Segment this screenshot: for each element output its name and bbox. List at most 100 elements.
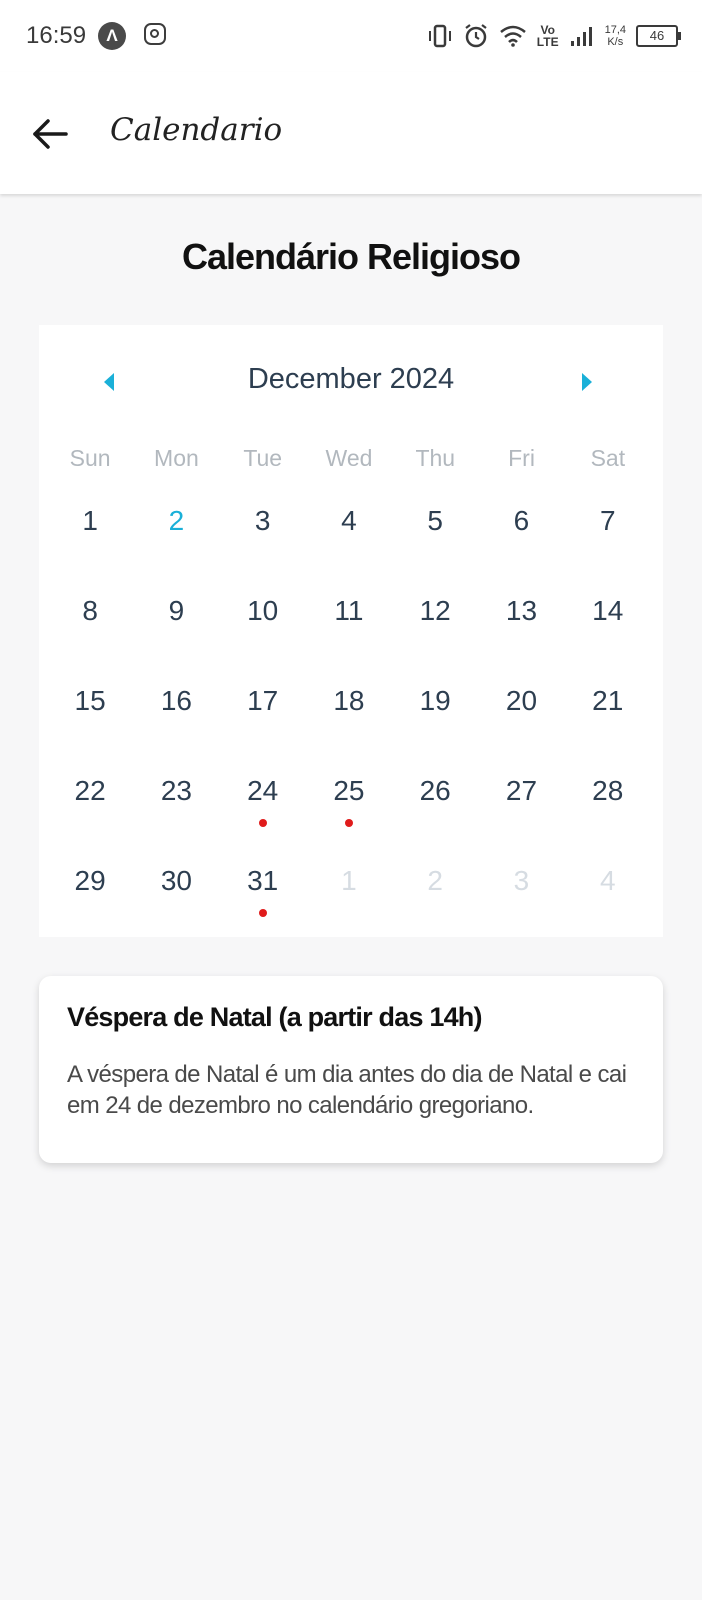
day-cell[interactable]: 23 [133, 755, 219, 845]
day-number: 15 [74, 685, 106, 716]
day-number: 28 [592, 775, 624, 806]
day-number: 3 [254, 505, 271, 536]
status-icons: Vo LTE 17,4 K/s 46 [427, 18, 681, 54]
weekday-label: Fri [508, 445, 535, 471]
day-number: 1 [341, 865, 357, 896]
day-number: 16 [160, 685, 192, 716]
weekday-label: Tue [243, 445, 283, 471]
day-number: 24 [247, 775, 279, 806]
alarm-icon [465, 24, 487, 48]
signal-icon [570, 27, 592, 46]
weekday-label: Sun [69, 445, 111, 471]
day-cell[interactable]: 4 [306, 485, 392, 575]
weekday-label: Sat [590, 445, 626, 471]
back-button[interactable] [28, 110, 76, 158]
day-cell[interactable]: 2 [392, 845, 478, 935]
day-cell[interactable]: 25 [306, 755, 392, 845]
weekday-label: Mon [154, 445, 199, 471]
event-dot [258, 819, 267, 827]
day-grid: 1 2 3 4 5 6 7 8 9 10 11 12 13 14 15 16 17 18 19 20 21 22 23 24 2… [47, 485, 651, 935]
instagram-notification-icon [144, 23, 166, 45]
volte-indicator: Vo LTE [537, 24, 559, 48]
weekday-label: Thu [415, 445, 456, 471]
day-number: 1 [82, 505, 98, 536]
day-number: 9 [168, 595, 185, 626]
day-number: 23 [160, 775, 192, 806]
day-cell[interactable]: 29 [47, 845, 133, 935]
day-cell[interactable]: 11 [306, 575, 392, 665]
day-number: 17 [247, 685, 279, 716]
app-bar: Calendario [0, 72, 702, 194]
day-cell[interactable]: 20 [478, 665, 564, 755]
day-cell[interactable]: 30 [133, 845, 219, 935]
day-cell[interactable]: 15 [47, 665, 133, 755]
event-card[interactable]: Véspera de Natal (a partir das 14h) A vé… [39, 976, 663, 1163]
day-cell[interactable]: 3 [220, 485, 306, 575]
day-number: 4 [341, 505, 357, 536]
day-number: 4 [599, 865, 616, 896]
day-number: 13 [505, 595, 538, 626]
day-cell[interactable]: 12 [392, 575, 478, 665]
day-number: 2 [168, 505, 185, 536]
page-title: Calendário Religioso [181, 236, 521, 277]
day-number: 21 [592, 685, 624, 716]
day-cell[interactable]: 13 [478, 575, 564, 665]
day-cell[interactable]: 24 [220, 755, 306, 845]
calendar: December 2024 Sun Mon Tue Wed Thu Fri Sat 1234… [39, 325, 663, 937]
day-number: 6 [513, 505, 530, 536]
day-cell[interactable]: 7 [565, 485, 651, 575]
day-cell[interactable]: 4 [565, 845, 651, 935]
next-month-button[interactable] [571, 367, 601, 397]
day-cell[interactable]: 27 [478, 755, 564, 845]
day-cell[interactable]: 1 [47, 485, 133, 575]
day-cell[interactable]: 1 [306, 845, 392, 935]
day-cell[interactable]: 10 [220, 575, 306, 665]
day-cell[interactable]: 18 [306, 665, 392, 755]
day-number: 18 [333, 685, 365, 716]
day-cell[interactable]: 6 [478, 485, 564, 575]
day-number: 25 [333, 775, 365, 806]
day-number: 14 [592, 595, 624, 626]
wifi-icon [499, 25, 526, 47]
day-number: 7 [599, 505, 616, 536]
day-cell[interactable]: 14 [565, 575, 651, 665]
day-cell[interactable]: 31 [220, 845, 306, 935]
day-cell[interactable]: 16 [133, 665, 219, 755]
day-number: 26 [419, 775, 451, 806]
day-number: 31 [247, 865, 279, 896]
day-cell[interactable]: 5 [392, 485, 478, 575]
day-cell[interactable]: 28 [565, 755, 651, 845]
day-number: 29 [74, 865, 106, 896]
day-number: 2 [427, 865, 443, 896]
event-title: Véspera de Natal (a partir das 14h) [67, 1002, 482, 1032]
day-cell[interactable]: 2 [133, 485, 219, 575]
day-number: 5 [427, 505, 443, 536]
day-cell[interactable]: 17 [220, 665, 306, 755]
day-cell[interactable]: 21 [565, 665, 651, 755]
network-speed-value: 17,4 [604, 24, 626, 36]
day-number: 30 [160, 865, 192, 896]
network-speed-unit: K/s [607, 36, 624, 48]
day-number: 3 [513, 865, 530, 896]
caret-right-icon [582, 373, 592, 391]
day-cell[interactable]: 19 [392, 665, 478, 755]
day-number: 22 [74, 775, 106, 806]
day-cell[interactable]: 26 [392, 755, 478, 845]
app-notification-icon: Λ [98, 22, 126, 50]
day-cell[interactable]: 3 [478, 845, 564, 935]
day-number: 10 [247, 595, 279, 626]
event-dot [344, 819, 353, 827]
day-cell[interactable]: 8 [47, 575, 133, 665]
weekday-label: Wed [325, 445, 373, 471]
day-number: 19 [419, 685, 451, 716]
month-label: December 2024 [247, 363, 455, 395]
event-dot [258, 909, 267, 917]
day-number: 20 [505, 685, 538, 716]
event-description: A véspera de Natal é um dia antes do dia… [67, 1061, 627, 1119]
network-speed: 17,4 K/s [605, 24, 626, 48]
day-number: 8 [82, 595, 98, 626]
status-time: 16:59 [26, 22, 87, 49]
day-cell[interactable]: 9 [133, 575, 219, 665]
day-cell[interactable]: 22 [47, 755, 133, 845]
day-number: 27 [505, 775, 538, 806]
